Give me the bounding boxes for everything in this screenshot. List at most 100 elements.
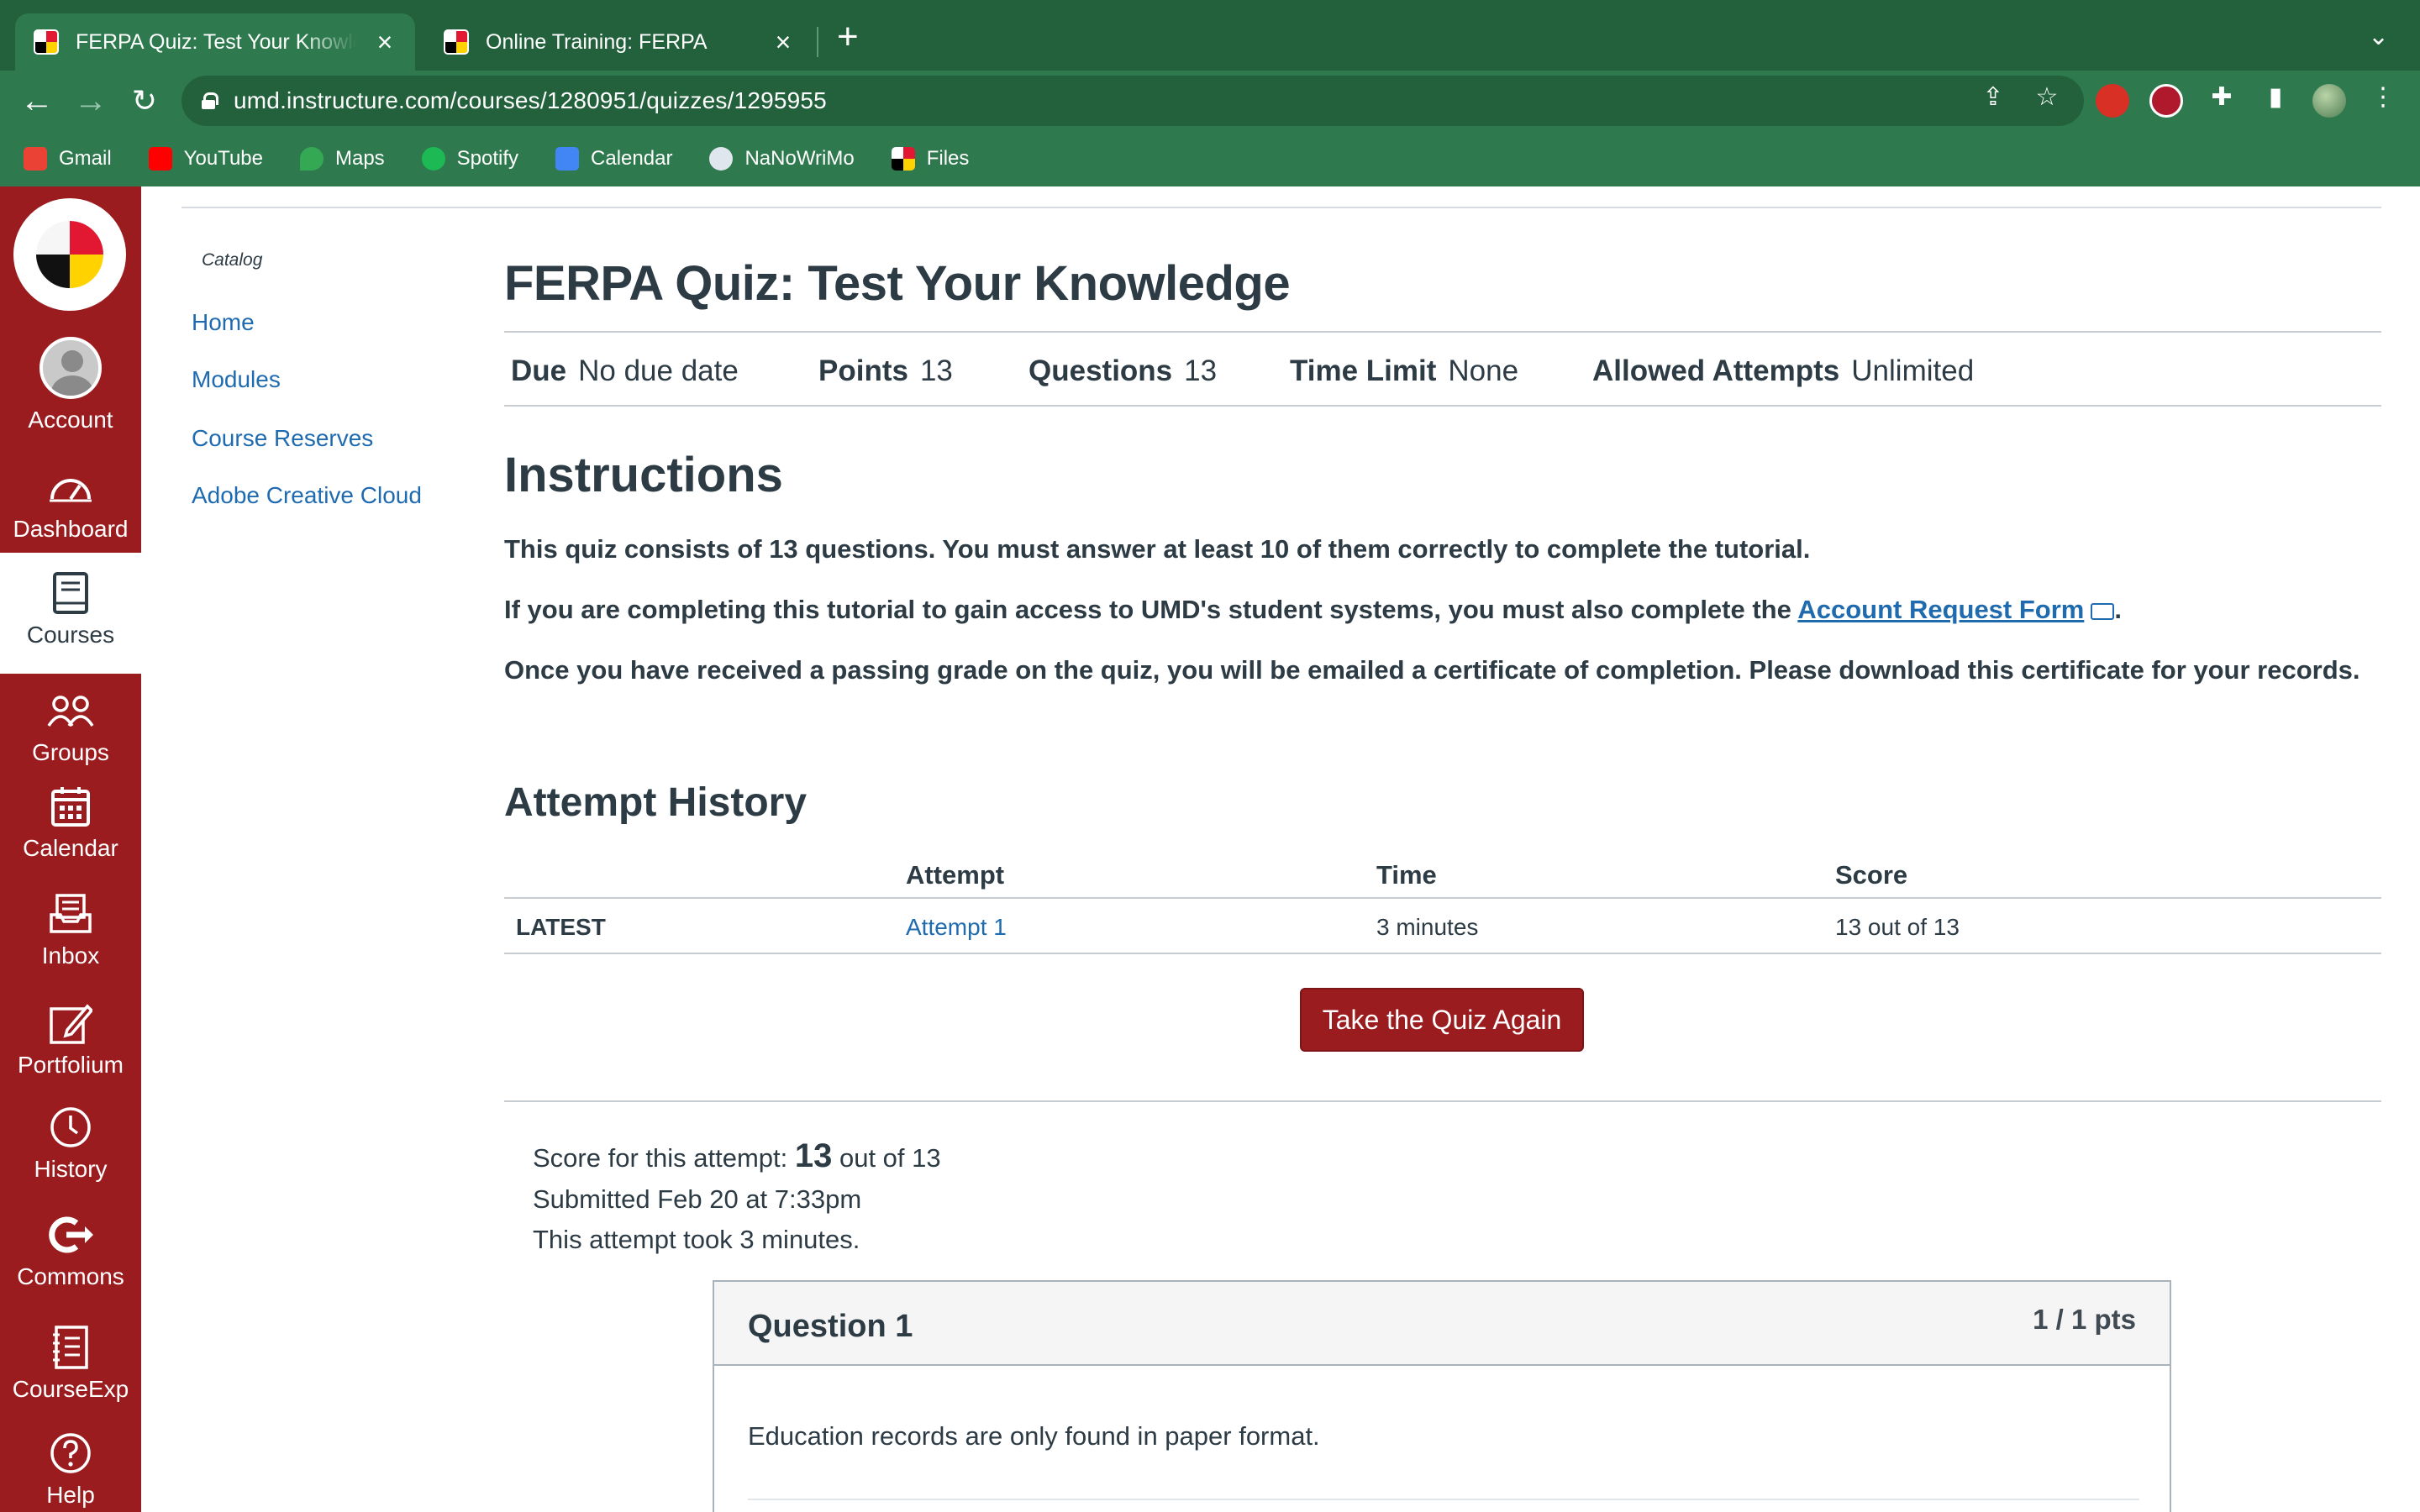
bookmark-gmail[interactable]: Gmail (24, 147, 112, 171)
summary-text: Score for this attempt: (533, 1143, 795, 1173)
bookmark-spotify[interactable]: Spotify (421, 147, 519, 171)
global-nav-label: Calendar (23, 835, 118, 861)
profile-avatar-icon[interactable] (2312, 84, 2346, 118)
detail-value: 13 (1184, 354, 1218, 387)
spotify-icon (421, 147, 445, 171)
close-icon[interactable]: × (373, 29, 397, 55)
global-nav-courses[interactable]: Courses (0, 553, 141, 674)
divider (504, 1100, 2381, 1102)
question-header: Question 1 1 / 1 pts (714, 1282, 2170, 1366)
tab-ferpa-quiz[interactable]: FERPA Quiz: Test Your Knowledge × (15, 13, 415, 71)
bookmark-maps[interactable]: Maps (299, 147, 385, 171)
column-header-attempt: Attempt (906, 860, 1005, 890)
detail-time-limit: Time Limit None (1290, 354, 1518, 388)
bookmark-files[interactable]: Files (891, 147, 969, 171)
tab-separator (817, 27, 818, 57)
back-arrow-icon[interactable]: ← (18, 82, 55, 119)
detail-questions: Questions 13 (1028, 354, 1217, 388)
attempt-history-table: Attempt Time Score LATEST Attempt 1 3 mi… (504, 850, 2381, 954)
extensions-puzzle-icon[interactable]: ✚ (2203, 82, 2240, 112)
attempt-score: 13 out of 13 (1835, 914, 1960, 940)
global-nav-label: Account (28, 407, 113, 433)
lock-icon (202, 92, 218, 109)
help-icon (47, 1430, 94, 1477)
global-nav-commons[interactable]: Commons (0, 1198, 141, 1304)
tab-title: FERPA Quiz: Test Your Knowledge (76, 29, 356, 54)
instructions-text: . (2114, 595, 2122, 624)
side-panel-icon[interactable]: ▮ (2257, 82, 2294, 112)
attempt-score-summary: Score for this attempt: 13 out of 13 (533, 1137, 941, 1175)
browser-chrome: FERPA Quiz: Test Your Knowledge × Online… (0, 0, 2420, 186)
global-nav-help[interactable]: Help (0, 1411, 141, 1512)
umd-logo[interactable] (13, 198, 126, 311)
global-nav-groups[interactable]: Groups (0, 670, 141, 771)
umd-files-icon (891, 147, 915, 171)
global-nav-account[interactable]: Account (0, 334, 141, 435)
divider (748, 1499, 2139, 1500)
global-nav-calendar[interactable]: Calendar (0, 769, 141, 875)
tab-online-training[interactable]: Online Training: FERPA × (425, 13, 813, 71)
global-nav-dashboard[interactable]: Dashboard (0, 464, 141, 563)
forward-arrow-icon[interactable]: → (72, 82, 109, 119)
browser-menu-icon[interactable]: ⋮ (2365, 82, 2402, 112)
share-icon[interactable]: ⇪ (1975, 82, 2012, 112)
take-quiz-again-button[interactable]: Take the Quiz Again (1300, 988, 1584, 1052)
detail-points: Points 13 (818, 354, 953, 388)
global-nav-inbox[interactable]: Inbox (0, 877, 141, 983)
acrobat-extension-icon[interactable] (2149, 84, 2183, 118)
divider (182, 207, 2381, 208)
quiz-details: Due No due date Points 13 Questions 13 Time… (504, 331, 2381, 407)
catalog-label: Catalog (202, 250, 263, 270)
course-nav-home[interactable]: Home (192, 309, 255, 336)
summary-text: out of 13 (832, 1143, 941, 1173)
global-nav-courseexp[interactable]: CourseExp (0, 1304, 141, 1416)
global-nav-label: CourseExp (12, 1376, 129, 1402)
detail-due: Due No due date (511, 354, 739, 388)
course-nav-course-reserves[interactable]: Course Reserves (192, 425, 373, 452)
umd-favicon-icon (34, 29, 59, 55)
bookmark-nanowrimo[interactable]: NaNoWriMo (709, 147, 855, 171)
reload-icon[interactable]: ↻ (126, 82, 163, 119)
youtube-icon (148, 147, 172, 171)
bookmark-label: Calendar (591, 147, 673, 170)
score-value: 13 (794, 1137, 833, 1174)
instructions-paragraph: Once you have received a passing grade o… (504, 655, 2360, 685)
detail-label: Allowed Attempts (1592, 354, 1840, 387)
column-header-score: Score (1835, 860, 1908, 890)
account-request-form-link[interactable]: Account Request Form (1797, 595, 2084, 624)
page-title: FERPA Quiz: Test Your Knowledge (504, 256, 1291, 311)
global-nav-label: History (34, 1156, 108, 1182)
detail-label: Due (511, 354, 567, 387)
global-nav-label: Dashboard (13, 516, 129, 542)
bookmark-star-icon[interactable]: ☆ (2028, 82, 2065, 112)
course-nav-adobe-creative-cloud[interactable]: Adobe Creative Cloud (192, 482, 422, 509)
bookmark-youtube[interactable]: YouTube (148, 147, 263, 171)
question-points: 1 / 1 pts (2033, 1304, 2136, 1335)
attempt-duration: This attempt took 3 minutes. (533, 1225, 860, 1254)
bookmark-calendar[interactable]: Calendar (555, 147, 672, 171)
instructions-text: If you are completing this tutorial to g… (504, 595, 1798, 624)
close-icon[interactable]: × (771, 29, 795, 55)
detail-value: No due date (578, 354, 739, 387)
calendar-icon (47, 783, 94, 830)
groups-icon (47, 687, 94, 734)
attempt-time: 3 minutes (1376, 914, 1479, 940)
tab-search-chevron-icon[interactable]: ⌄ (2368, 22, 2389, 51)
commons-icon (47, 1211, 94, 1258)
bookmark-label: Spotify (456, 147, 519, 170)
global-nav-portfolium[interactable]: Portfolium (0, 984, 141, 1097)
global-nav-history[interactable]: History (0, 1090, 141, 1196)
latest-label: LATEST (516, 914, 606, 940)
course-navigation: Catalog Home Modules Course Reserves Ado… (141, 186, 494, 1512)
question-text: Education records are only found in pape… (748, 1421, 1320, 1451)
address-bar[interactable]: umd.instructure.com/courses/1280951/quiz… (182, 76, 2084, 126)
nanowrimo-icon (709, 147, 734, 171)
bookmark-label: NaNoWriMo (744, 147, 855, 170)
account-avatar-icon (37, 334, 104, 402)
detail-value: Unlimited (1851, 354, 1975, 387)
course-nav-modules[interactable]: Modules (192, 366, 281, 393)
new-tab-plus-icon[interactable]: + (837, 18, 859, 55)
attempt-1-link[interactable]: Attempt 1 (906, 914, 1007, 941)
tab-title: Online Training: FERPA (486, 29, 708, 54)
adblock-extension-icon[interactable] (2096, 84, 2129, 118)
